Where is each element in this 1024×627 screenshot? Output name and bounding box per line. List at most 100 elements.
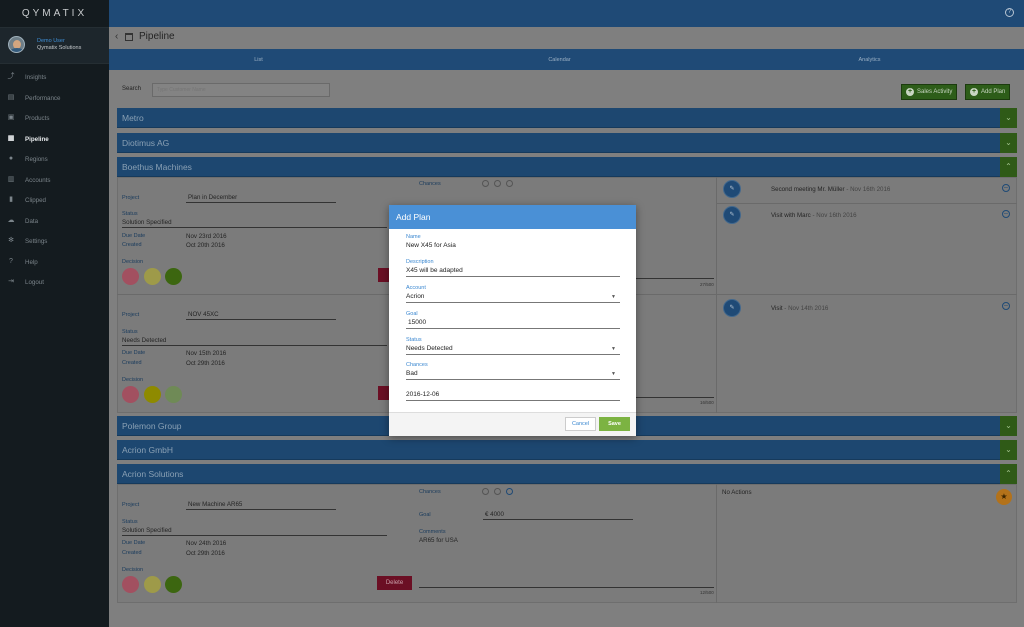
nav-item-pipeline[interactable]: ▦ Pipeline — [0, 131, 109, 147]
nav-item-help[interactable]: ? Help — [0, 254, 109, 270]
chevron-up-icon[interactable]: ⌃ — [1000, 464, 1017, 484]
nav-item-logout[interactable]: ⇥ Logout — [0, 274, 109, 290]
date-field[interactable]: 2016-12-06 — [406, 391, 439, 398]
save-button[interactable]: Save — [599, 417, 630, 431]
star-icon[interactable]: ★ — [996, 489, 1012, 505]
decision-yellow[interactable] — [144, 576, 161, 593]
activity-date: - Nov 16th 2016 — [810, 212, 857, 219]
decision-red[interactable] — [122, 386, 139, 403]
remove-activity-icon[interactable]: – — [1002, 184, 1010, 192]
chance-dot[interactable] — [506, 180, 513, 187]
decision-red[interactable] — [122, 576, 139, 593]
activity-entry[interactable]: Second meeting Mr. Müller - Nov 16th 201… — [771, 186, 890, 193]
account-header-acrion-gmbh[interactable] — [117, 440, 1017, 460]
nav-item-clipped[interactable]: ▮ Clipped — [0, 192, 109, 208]
project-value[interactable]: Plan in December — [188, 194, 237, 201]
chevron-down-icon[interactable]: ⌄ — [1000, 108, 1017, 128]
title-bar — [109, 27, 1024, 49]
avatar[interactable] — [8, 36, 25, 53]
dropdown-caret-icon[interactable]: ▼ — [611, 371, 616, 377]
account-name: Boethus Machines — [122, 162, 192, 172]
add-plan-button[interactable]: + Add Plan — [965, 84, 1011, 100]
tab-calendar[interactable]: Calendar — [407, 49, 712, 70]
status-label: Status — [122, 211, 138, 217]
chances-select[interactable]: Bad — [406, 370, 418, 377]
status-select[interactable]: Needs Detected — [406, 345, 453, 352]
chance-dot[interactable] — [506, 488, 513, 495]
account-header-diotimus[interactable] — [117, 133, 1017, 153]
no-actions-text: No Actions — [722, 489, 752, 496]
comments-value[interactable]: AR65 for USA — [419, 537, 458, 544]
chevron-up-icon[interactable]: ⌃ — [1000, 157, 1017, 177]
field-underline — [122, 227, 387, 228]
account-name: Acrion Solutions — [122, 469, 184, 479]
decision-label: Decision — [122, 567, 144, 573]
nav-item-products[interactable]: ▣ Products — [0, 110, 109, 126]
decision-green[interactable] — [165, 268, 182, 285]
decision-label: Decision — [122, 259, 144, 265]
cancel-button[interactable]: Cancel — [565, 417, 596, 431]
chance-dot[interactable] — [482, 180, 489, 187]
nav-item-regions[interactable]: ● Regions — [0, 151, 109, 167]
decision-yellow[interactable] — [144, 386, 161, 403]
account-header-acrion-solutions[interactable] — [117, 464, 1017, 484]
due-date-value: Nov 23rd 2016 — [186, 233, 227, 240]
sales-activity-button[interactable]: + Sales Activity — [901, 84, 958, 100]
due-date-value: Nov 24th 2016 — [186, 540, 227, 547]
chevron-down-icon[interactable]: ⌄ — [1000, 440, 1017, 460]
nav-item-insights[interactable]: ⤴ Insights — [0, 69, 109, 85]
nav-item-data[interactable]: ☁ Data — [0, 213, 109, 229]
chance-dot[interactable] — [494, 180, 501, 187]
account-select[interactable]: Acrion — [406, 293, 424, 300]
activity-title: Second meeting Mr. Müller — [771, 186, 845, 193]
activity-entry[interactable]: Visit with Marc - Nov 16th 2016 — [771, 212, 857, 219]
tab-analytics[interactable]: Analytics — [717, 49, 1022, 70]
user-name[interactable]: Demo User — [37, 38, 65, 44]
chance-dot[interactable] — [494, 488, 501, 495]
search-input[interactable] — [152, 83, 330, 97]
created-label: Created — [122, 550, 142, 556]
decision-green[interactable] — [165, 576, 182, 593]
account-name: Acrion GmbH — [122, 445, 174, 455]
chance-dot[interactable] — [482, 488, 489, 495]
delete-button[interactable]: Delete — [377, 576, 412, 590]
decision-red[interactable] — [122, 268, 139, 285]
back-arrow-icon[interactable]: ‹ — [115, 31, 118, 42]
gear-icon: ✻ — [8, 237, 14, 244]
activity-entry[interactable]: Visit - Nov 14th 2016 — [771, 305, 828, 312]
project-value[interactable]: New Machine AR65 — [188, 501, 242, 508]
goal-field[interactable]: 15000 — [408, 319, 426, 326]
dropdown-caret-icon[interactable]: ▼ — [611, 294, 616, 300]
help-icon[interactable]: ? — [1005, 8, 1014, 17]
chevron-down-icon[interactable]: ⌄ — [1000, 133, 1017, 153]
project-label: Project — [122, 195, 140, 201]
nav-label: Pipeline — [25, 135, 49, 143]
nav-label: Logout — [25, 278, 44, 286]
nav-item-accounts[interactable]: ▥ Accounts — [0, 172, 109, 188]
chevron-down-icon[interactable]: ⌄ — [1000, 416, 1017, 436]
project-label: Project — [122, 502, 140, 508]
status-label: Status — [122, 329, 138, 335]
nav-item-settings[interactable]: ✻ Settings — [0, 233, 109, 249]
project-value[interactable]: NOV 45XC — [188, 311, 219, 318]
decision-yellow[interactable] — [144, 268, 161, 285]
account-header-boethus[interactable] — [117, 157, 1017, 177]
name-field[interactable]: New X45 for Asia — [406, 242, 456, 249]
goal-label: Goal — [406, 311, 418, 317]
status-value[interactable]: Solution Specified — [122, 219, 172, 226]
tab-list[interactable]: List — [106, 49, 411, 70]
status-value[interactable]: Solution Specified — [122, 527, 172, 534]
top-bar — [109, 0, 1024, 27]
account-header-metro[interactable] — [117, 108, 1017, 128]
status-label: Status — [122, 519, 138, 525]
nav-item-performance[interactable]: ▤ Performance — [0, 90, 109, 106]
dropdown-caret-icon[interactable]: ▼ — [611, 346, 616, 352]
field-underline — [406, 379, 620, 380]
decision-green[interactable] — [165, 386, 182, 403]
due-date-label: Due Date — [122, 233, 146, 239]
remove-activity-icon[interactable]: – — [1002, 210, 1010, 218]
status-value[interactable]: Needs Detected — [122, 337, 166, 344]
remove-activity-icon[interactable]: – — [1002, 302, 1010, 310]
goal-value[interactable]: € 4000 — [485, 511, 504, 518]
description-field[interactable]: X45 will be adapted — [406, 267, 463, 274]
